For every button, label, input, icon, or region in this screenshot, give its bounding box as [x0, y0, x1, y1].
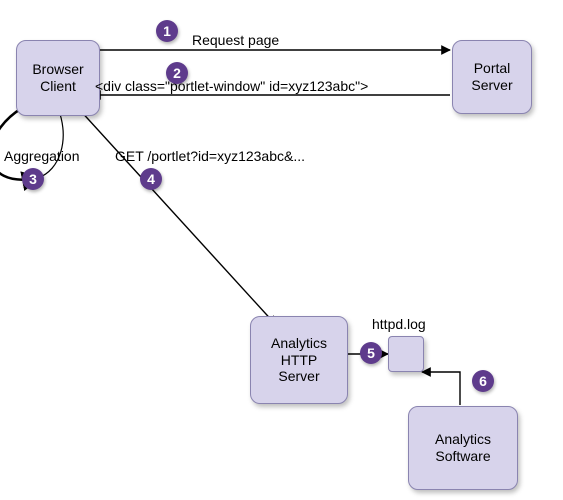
node-httpd-log-box [388, 336, 424, 372]
node-browser-client: Browser Client [16, 40, 100, 116]
label-get-portlet: GET /portlet?id=xyz123abc&... [115, 148, 305, 164]
label-aggregation: Aggregation [4, 148, 80, 164]
edge-aggregation-loop-b [38, 108, 63, 178]
badge-6: 6 [472, 370, 494, 392]
edge-get-portlet [78, 108, 276, 325]
node-analytics-http-server: Analytics HTTP Server [250, 316, 348, 404]
edge-software-to-log [422, 372, 460, 405]
badge-5: 5 [360, 342, 382, 364]
label-request-page: Request page [192, 32, 279, 48]
badge-1: 1 [156, 20, 178, 42]
badge-3: 3 [22, 168, 44, 190]
badge-2: 2 [166, 62, 188, 84]
node-portal-server-label: Portal Server [471, 60, 512, 94]
node-browser-client-label: Browser Client [32, 61, 83, 95]
label-httpd-log: httpd.log [372, 316, 426, 332]
label-div-response: <div class="portlet-window" id=xyz123abc… [95, 78, 368, 94]
node-portal-server: Portal Server [452, 40, 532, 114]
badge-4: 4 [140, 168, 162, 190]
node-analytics-http-server-label: Analytics HTTP Server [271, 335, 327, 385]
node-analytics-software: Analytics Software [408, 406, 518, 490]
diagram-stage: { "nodes": { "browser_client": "Browser\… [0, 0, 563, 500]
node-analytics-software-label: Analytics Software [435, 431, 491, 465]
